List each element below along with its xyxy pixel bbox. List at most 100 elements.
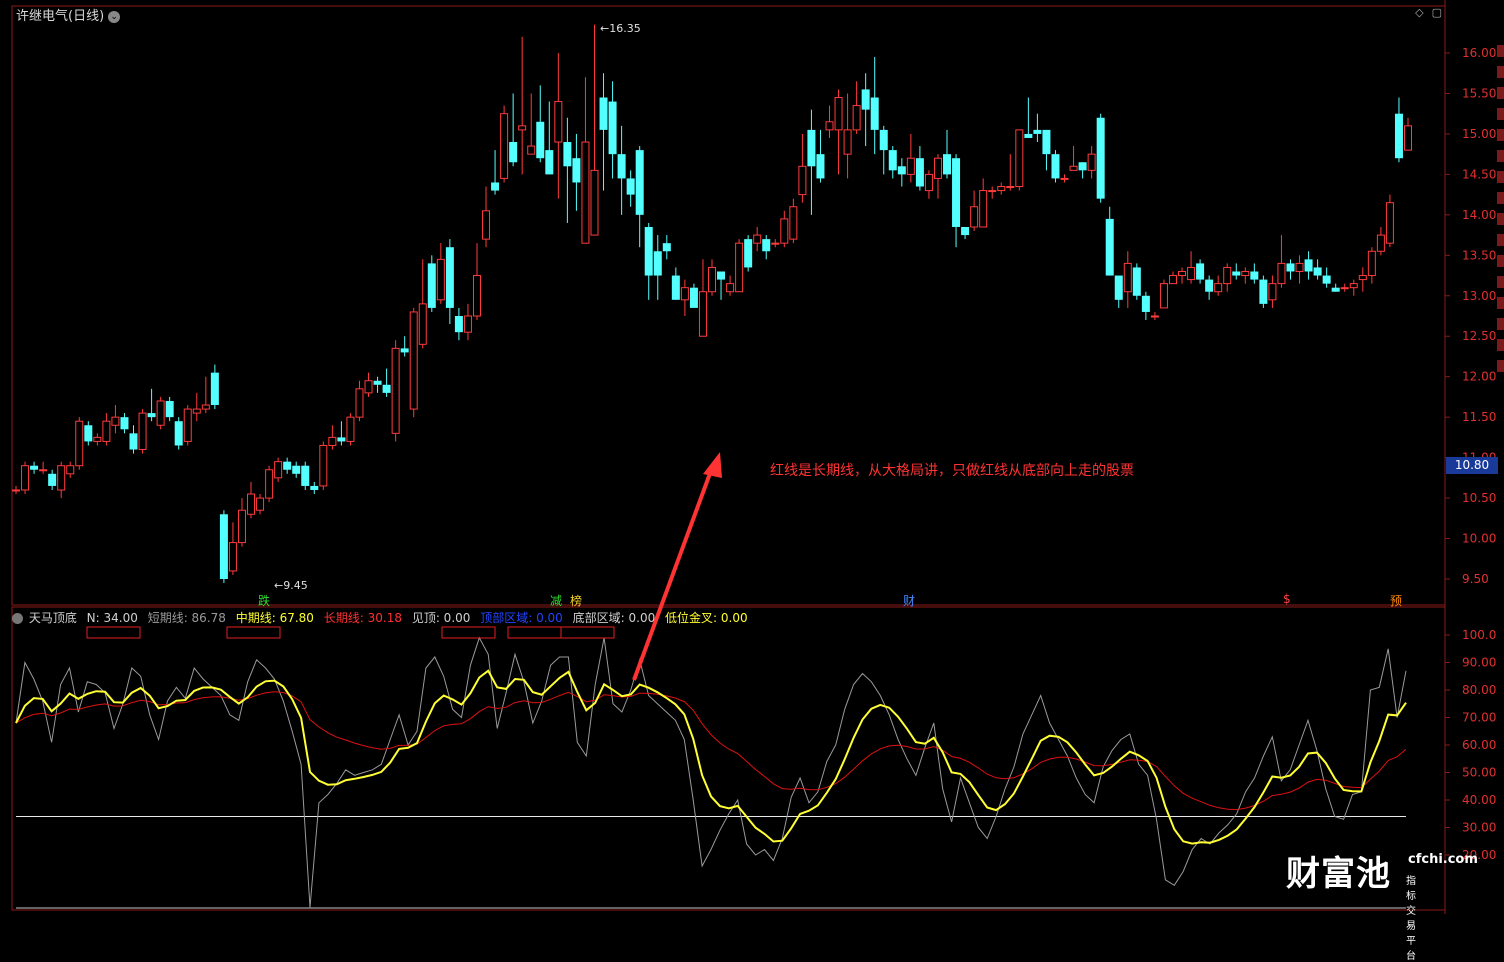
- candle: [1295, 255, 1304, 284]
- diamond-icon[interactable]: ◇: [1415, 6, 1423, 19]
- candle: [671, 267, 680, 300]
- candle: [48, 469, 57, 490]
- candle: [1069, 146, 1078, 171]
- window-icon[interactable]: ▢: [1432, 6, 1442, 19]
- candle-body: [554, 101, 563, 143]
- event-marker[interactable]: 跌: [258, 592, 270, 609]
- clipped-side-label: [1497, 255, 1504, 267]
- candle-body: [744, 239, 753, 268]
- candle: [653, 235, 662, 300]
- candle-body: [635, 150, 644, 215]
- clipped-side-label: [1497, 87, 1504, 99]
- current-price-tag: 10.80: [1446, 457, 1498, 474]
- indicator-tick-label: 90.00: [1462, 656, 1496, 670]
- candle-body: [111, 416, 120, 426]
- indicator-legend[interactable]: 天马顶底 N: 34.00 短期线: 86.78 中期线: 67.80 长期线:…: [12, 609, 754, 626]
- candle: [735, 239, 744, 293]
- candle: [1105, 206, 1114, 276]
- high-price-label: ←16.35: [600, 22, 641, 35]
- candle-body: [933, 157, 942, 179]
- candle: [1286, 259, 1295, 280]
- clipped-side-label: [1497, 66, 1504, 78]
- candle-body: [1313, 267, 1322, 276]
- candle: [93, 433, 102, 446]
- candle-body: [1187, 266, 1196, 281]
- candle-body: [527, 145, 536, 155]
- candle-body: [310, 485, 319, 490]
- price-tick-label: 13.00: [1462, 289, 1496, 303]
- candle-body: [943, 154, 952, 175]
- candle: [698, 259, 707, 337]
- clipped-side-label: [1497, 339, 1504, 351]
- event-marker[interactable]: 减: [550, 592, 562, 609]
- candle: [355, 380, 364, 422]
- candle: [536, 85, 545, 163]
- candle-body: [671, 275, 680, 300]
- candle: [1087, 146, 1096, 179]
- candle-body: [708, 266, 716, 293]
- candle-body: [1340, 287, 1349, 290]
- candle: [1331, 283, 1340, 292]
- top-zone-marker: [560, 626, 615, 639]
- candle: [400, 336, 409, 357]
- candle-body: [1114, 275, 1123, 300]
- candle: [1096, 113, 1105, 203]
- candle: [1196, 259, 1205, 284]
- stock-chart[interactable]: 16.00 15.50 15.00 14.50 14.00 13.50 13.00 12.50…: [0, 0, 1504, 914]
- indicator-field-long: 长期线: 30.18: [323, 611, 402, 625]
- candle-body: [1096, 117, 1105, 199]
- price-tick-label: 15.00: [1462, 127, 1496, 141]
- clipped-side-label: [1497, 276, 1504, 288]
- candle: [572, 133, 581, 211]
- candle: [192, 392, 201, 422]
- candle-body: [120, 417, 129, 430]
- chart-title-bar[interactable]: 许继电气(日线) ⌄: [16, 5, 121, 24]
- candle-body: [915, 158, 924, 187]
- candle-body: [201, 404, 210, 410]
- candle-body: [292, 465, 301, 474]
- candle-body: [355, 388, 364, 418]
- candle: [382, 368, 391, 397]
- indicator-field-golden-cross: 低位金叉: 0.00: [665, 611, 748, 625]
- annotation-arrow-shaft: [632, 467, 714, 681]
- event-marker[interactable]: $: [1283, 592, 1291, 606]
- candle-body: [228, 542, 237, 572]
- indicator-field-top: 见顶: 0.00: [411, 611, 471, 625]
- candle-body: [590, 169, 599, 236]
- candle: [581, 77, 590, 244]
- chevron-down-icon[interactable]: ⌄: [108, 10, 121, 23]
- price-tick-label: 13.50: [1462, 248, 1496, 262]
- candle: [1313, 259, 1322, 280]
- candle-body: [852, 105, 861, 131]
- candle-body: [1295, 262, 1304, 272]
- price-tick-label: 10.00: [1462, 532, 1496, 546]
- candle: [1006, 154, 1015, 191]
- candle: [265, 465, 274, 503]
- price-tick-label: 11.50: [1462, 410, 1496, 424]
- candle: [762, 235, 771, 260]
- candle-body: [1250, 271, 1259, 280]
- candle-body: [1087, 153, 1096, 171]
- candle-body: [1141, 295, 1150, 312]
- long-term-line: [15, 691, 1407, 811]
- candle: [1340, 283, 1349, 292]
- candle-body: [1159, 283, 1168, 309]
- candle-body: [689, 287, 698, 308]
- event-marker[interactable]: 财: [903, 592, 915, 609]
- candle: [961, 226, 970, 240]
- candle-body: [491, 182, 500, 191]
- candle-body: [400, 348, 409, 353]
- candle-body: [445, 247, 454, 308]
- event-marker[interactable]: 榜: [570, 592, 582, 609]
- candle: [1178, 267, 1187, 284]
- window-controls: ◇ ▢: [1407, 6, 1442, 19]
- chevron-down-icon[interactable]: [12, 613, 23, 624]
- candle-body: [373, 380, 382, 385]
- candle: [39, 461, 48, 474]
- candle: [138, 409, 147, 454]
- event-marker[interactable]: 预: [1390, 592, 1402, 609]
- candle: [301, 461, 310, 490]
- candle-body: [102, 420, 111, 442]
- candle-body: [581, 141, 590, 244]
- candle: [292, 461, 301, 478]
